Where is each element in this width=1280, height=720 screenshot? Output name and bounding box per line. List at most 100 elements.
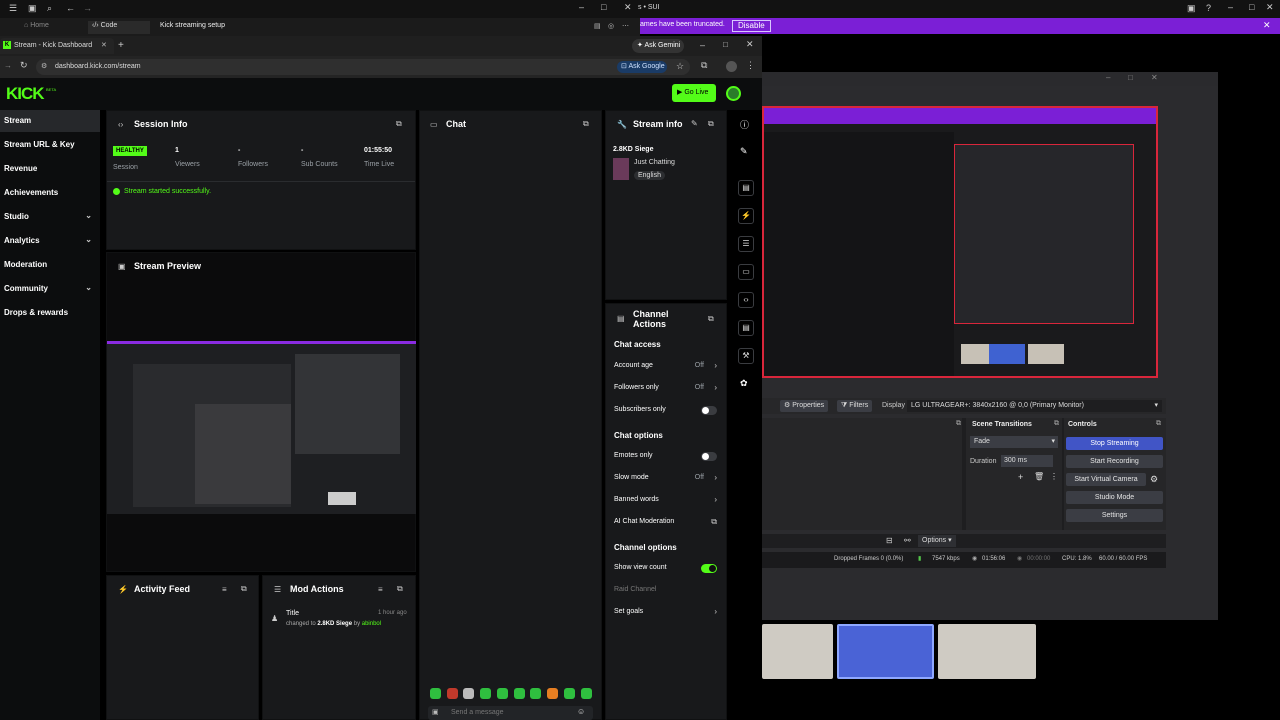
tab-kick-setup[interactable]: Kick streaming setup (160, 22, 225, 29)
chevron-right-icon[interactable]: › (714, 473, 717, 482)
filter-icon[interactable]: ≡ (222, 585, 227, 594)
minimize-icon[interactable]: – (700, 40, 705, 50)
tab-code[interactable]: ‹/› Code (88, 21, 150, 34)
stop-streaming-button[interactable]: Stop Streaming (1066, 437, 1163, 450)
channel-actions-icon[interactable]: ▤ (738, 320, 754, 336)
sidebar-icon[interactable]: ▣ (28, 3, 37, 14)
dock-popout-icon[interactable]: ⧉ (1054, 420, 1059, 428)
reload-icon[interactable]: ↻ (20, 60, 28, 71)
search-icon[interactable]: ⌕ (47, 3, 52, 14)
filters-button[interactable]: ⧩ Filters (837, 400, 873, 412)
chat-icon[interactable]: ▭ (738, 264, 754, 280)
maximize-icon[interactable]: □ (1249, 2, 1254, 12)
show-view-count-toggle[interactable] (701, 564, 717, 573)
display-select[interactable]: LG ULTRAGEAR+: 3840x2160 @ 0,0 (Primary … (907, 400, 1162, 412)
chevron-right-icon[interactable]: › (714, 607, 717, 616)
close-icon[interactable]: ✕ (1266, 2, 1274, 13)
account-age-label[interactable]: Account age (614, 362, 653, 369)
chevron-right-icon[interactable]: › (714, 361, 717, 370)
browser-tab-active[interactable]: K Stream - Kick Dashboard ✕ (0, 38, 114, 54)
extensions-icon[interactable]: ⧉ (701, 60, 707, 71)
studio-mode-button[interactable]: Studio Mode (1066, 491, 1163, 504)
back-icon[interactable]: → (4, 61, 12, 70)
maximize-icon[interactable]: □ (601, 2, 606, 12)
maximize-icon[interactable]: □ (1128, 73, 1133, 82)
sidebar-item-drops-rewards[interactable]: Drops & rewards (0, 302, 100, 324)
ask-google-button[interactable]: ⊡ Ask Google (617, 61, 667, 73)
emote-icon[interactable] (497, 688, 508, 699)
site-info-icon[interactable]: ⚙ (41, 62, 47, 70)
code-icon[interactable]: ‹› (738, 292, 754, 308)
profile-avatar[interactable] (726, 61, 737, 72)
popout-icon[interactable]: ⧉ (241, 584, 247, 594)
emoji-icon[interactable]: ☺ (577, 707, 585, 716)
popout-icon[interactable]: ⧉ (708, 119, 714, 129)
popout-icon[interactable]: ⧉ (396, 119, 402, 129)
sidebar-item-analytics[interactable]: Analytics ⌄ (0, 230, 100, 252)
close-icon[interactable]: ✕ (1151, 73, 1158, 82)
info-icon[interactable]: ⓘ (740, 118, 749, 131)
browser-menu-icon[interactable]: ⋮ (746, 60, 755, 71)
options-button[interactable]: Options ▾ (918, 535, 956, 547)
layout-toggle-icon[interactable]: ⊟ (886, 536, 893, 545)
dock-popout-icon[interactable]: ⧉ (1156, 420, 1161, 428)
popout-icon[interactable]: ⧉ (708, 314, 714, 324)
stream-preview-video[interactable] (107, 341, 416, 514)
minimize-icon[interactable]: – (579, 2, 584, 12)
forward-icon[interactable]: → (83, 3, 92, 13)
obs-preview-canvas[interactable] (762, 106, 1158, 378)
sidebar-item-community[interactable]: Community ⌄ (0, 278, 100, 300)
filter-icon[interactable]: ≡ (378, 585, 383, 594)
user-avatar[interactable] (726, 86, 741, 101)
followers-only-label[interactable]: Followers only (614, 384, 659, 391)
subscribers-only-toggle[interactable] (701, 406, 717, 415)
layout-icon[interactable]: ▤ (738, 180, 754, 196)
popout-icon[interactable]: ⧉ (397, 584, 403, 594)
pencil-icon[interactable]: ✎ (740, 146, 748, 157)
close-icon[interactable]: ✕ (624, 2, 632, 13)
tab-home[interactable]: ⌂ Home (24, 22, 49, 29)
sidebar-item-achievements[interactable]: Achievements (0, 182, 100, 204)
transition-select[interactable]: Fade ▾ (970, 436, 1058, 448)
minimize-icon[interactable]: – (1106, 73, 1110, 82)
more-icon[interactable]: ⋯ (622, 22, 629, 30)
new-tab-icon[interactable]: + (118, 40, 124, 51)
close-tab-icon[interactable]: ✕ (101, 41, 107, 49)
emote-icon[interactable] (447, 688, 458, 699)
trash-icon[interactable]: 🗑 (1034, 472, 1044, 481)
slow-mode-label[interactable]: Slow mode (614, 474, 649, 481)
go-live-button[interactable]: ▶ Go Live (672, 84, 716, 102)
close-icon[interactable]: ✕ (746, 39, 754, 50)
add-icon[interactable]: + (1018, 472, 1023, 482)
close-icon[interactable]: ✕ (1263, 20, 1271, 31)
menu-icon[interactable]: ☰ (9, 3, 17, 14)
start-virtual-camera-button[interactable]: Start Virtual Camera (1066, 473, 1146, 486)
sidebar-item-moderation[interactable]: Moderation (0, 254, 100, 276)
emote-icon[interactable] (581, 688, 592, 699)
emotes-only-toggle[interactable] (701, 452, 717, 461)
url-field[interactable]: ⚙ dashboard.kick.com/stream ⊡ Ask Google… (36, 59, 690, 75)
more-icon[interactable]: ⋮ (1050, 472, 1058, 481)
emote-icon[interactable] (430, 688, 441, 699)
minimize-icon[interactable]: – (1228, 2, 1233, 12)
edit-icon[interactable]: ✎ (691, 119, 698, 128)
chat-input[interactable]: ▣ Send a message ☺ (428, 706, 593, 720)
virtual-camera-settings-icon[interactable]: ⚙ (1150, 474, 1158, 485)
ask-gemini-button[interactable]: ✦ Ask Gemini (632, 39, 684, 53)
settings-icon[interactable]: ✿ (740, 378, 748, 389)
emote-icon[interactable] (530, 688, 541, 699)
sidebar-item-revenue[interactable]: Revenue (0, 158, 100, 180)
window-icon[interactable]: ▣ (1187, 3, 1196, 14)
camera-thumbnail-1[interactable] (762, 624, 833, 679)
ai-chat-moderation-label[interactable]: AI Chat Moderation (614, 518, 674, 525)
banned-words-label[interactable]: Banned words (614, 496, 659, 503)
sidebar-item-stream[interactable]: Stream (0, 110, 100, 132)
help-icon[interactable]: ? (1206, 3, 1211, 13)
maximize-icon[interactable]: □ (723, 40, 728, 49)
chevron-right-icon[interactable]: › (714, 383, 717, 392)
disable-button[interactable]: Disable (732, 20, 771, 32)
properties-button[interactable]: ⚙ Properties (780, 400, 829, 412)
chevron-right-icon[interactable]: › (714, 495, 717, 504)
emote-icon[interactable] (514, 688, 525, 699)
settings-button[interactable]: Settings (1066, 509, 1163, 522)
